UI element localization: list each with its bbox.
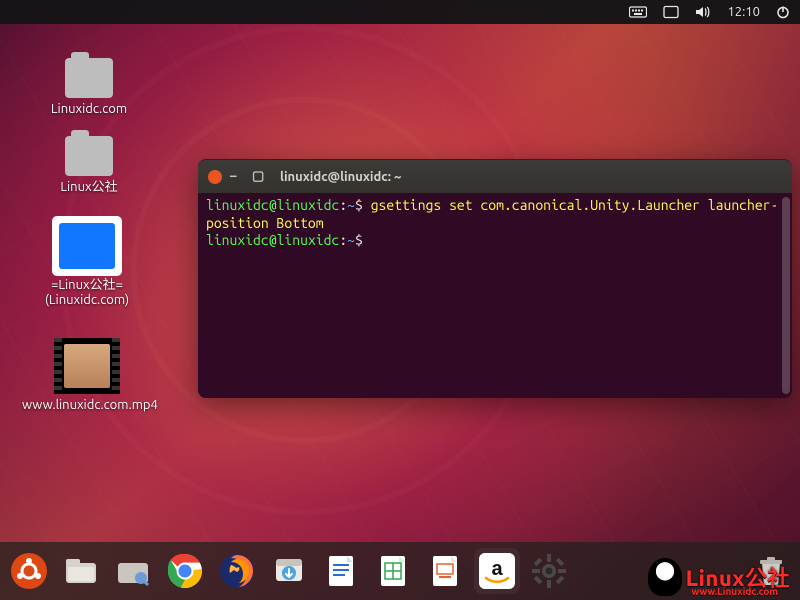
libreoffice-impress-icon[interactable] <box>422 548 468 594</box>
desktop-video-file[interactable]: www.linuxidc.com.mp4 <box>22 338 152 413</box>
firefox-icon[interactable] <box>214 548 260 594</box>
terminal-body[interactable]: linuxidc@linuxidc:~$ gsettings set com.c… <box>198 193 792 398</box>
shortcut-icon <box>54 218 120 274</box>
video-thumbnail-icon <box>54 338 120 394</box>
folder-icon <box>65 58 113 98</box>
workspace-indicator-icon[interactable] <box>663 5 679 19</box>
keyboard-indicator-icon[interactable] <box>629 5 647 19</box>
amazon-icon[interactable]: a <box>474 548 520 594</box>
show-apps-button[interactable] <box>6 548 52 594</box>
terminal-window[interactable]: – ▢ linuxidc@linuxidc: ~ linuxidc@linuxi… <box>198 159 792 398</box>
libreoffice-calc-icon[interactable] <box>370 548 416 594</box>
minimize-icon[interactable]: – <box>230 170 244 184</box>
chrome-icon[interactable] <box>162 548 208 594</box>
icon-label: www.linuxidc.com.mp4 <box>22 398 152 413</box>
desktop-folder-linuxidc[interactable]: Linuxidc.com <box>24 58 154 117</box>
icon-label: =Linux公社=(Linuxidc.com) <box>22 278 152 308</box>
software-updater-icon[interactable] <box>266 548 312 594</box>
folder-icon <box>65 136 113 176</box>
close-icon[interactable] <box>208 170 222 184</box>
tux-icon <box>648 558 682 596</box>
settings-icon[interactable] <box>526 548 572 594</box>
libreoffice-writer-icon[interactable] <box>318 548 364 594</box>
desktop-shortcut-linux-gongshe[interactable]: =Linux公社=(Linuxidc.com) <box>22 218 152 308</box>
volume-icon[interactable] <box>695 5 711 19</box>
maximize-icon[interactable]: ▢ <box>252 170 266 184</box>
watermark-url: www.Linuxidc.com <box>691 586 778 597</box>
icon-label: Linux公社 <box>24 180 154 195</box>
power-icon[interactable] <box>776 5 790 19</box>
desktop-folder-linux-gongshe[interactable]: Linux公社 <box>24 136 154 195</box>
watermark: Linux公社 www.Linuxidc.com <box>648 558 790 596</box>
files-icon[interactable] <box>58 548 104 594</box>
archive-manager-icon[interactable] <box>110 548 156 594</box>
window-titlebar[interactable]: – ▢ linuxidc@linuxidc: ~ <box>198 160 792 193</box>
icon-label: Linuxidc.com <box>24 102 154 117</box>
terminal-scrollbar[interactable] <box>782 197 790 394</box>
top-panel: 12:10 <box>0 0 800 24</box>
svg-text:a: a <box>491 558 503 580</box>
window-title: linuxidc@linuxidc: ~ <box>274 170 782 184</box>
clock[interactable]: 12:10 <box>727 5 760 19</box>
